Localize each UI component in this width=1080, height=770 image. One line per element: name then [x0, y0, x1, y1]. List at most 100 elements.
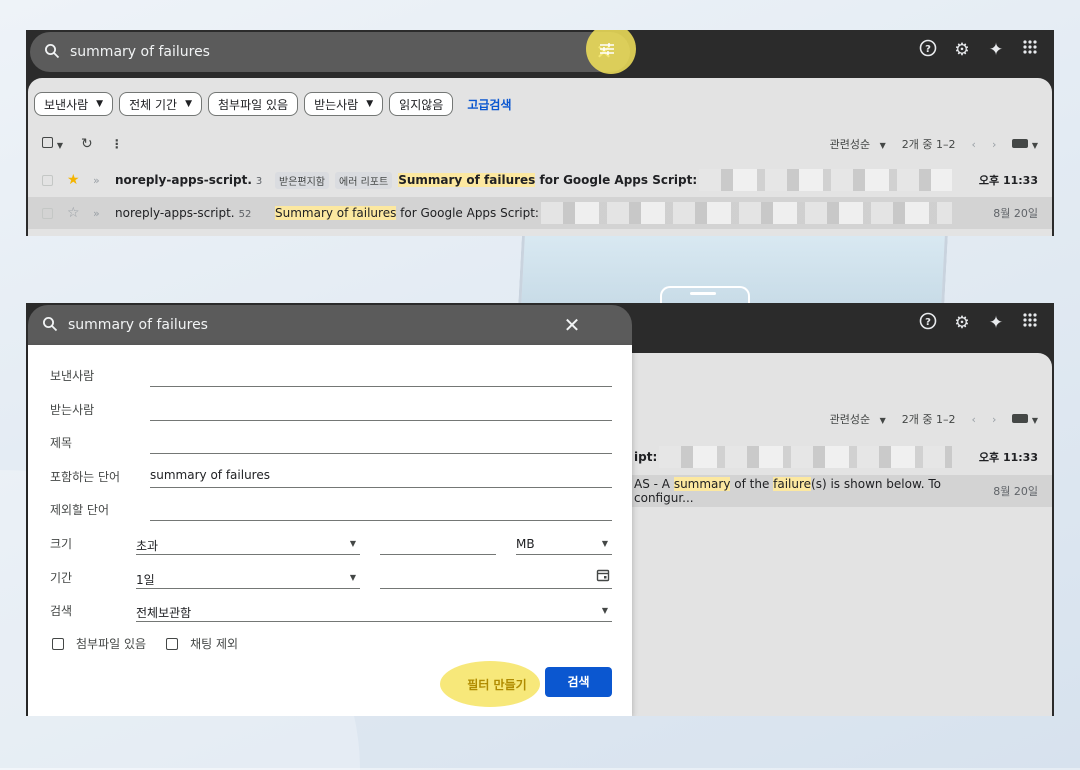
exclude-label: 제외할 단어	[50, 503, 110, 517]
settings-icon[interactable]: ⚙	[952, 312, 972, 334]
email-date: 오후 11:33	[978, 451, 1038, 464]
calendar-icon[interactable]	[596, 568, 610, 586]
has-attachment-checkbox[interactable]	[52, 637, 64, 650]
exclude-chats-label: 채팅 제외	[190, 637, 239, 651]
sort-bar: 관련성순 ▼ 2개 중 1–2 ‹ › ▼	[830, 136, 1038, 152]
chevron-down-icon: ▼	[601, 539, 608, 548]
prev-page-icon[interactable]: ‹	[972, 138, 976, 151]
star-icon[interactable]: ☆	[67, 205, 81, 221]
size-unit-select[interactable]: MB ▼	[516, 534, 612, 555]
more-options-icon[interactable]: ⋮	[111, 137, 123, 151]
chip-date-range[interactable]: 전체 기간 ▼	[119, 92, 202, 116]
sort-dropdown[interactable]: 관련성순 ▼	[830, 136, 886, 152]
search-input[interactable]: summary of failures	[68, 317, 560, 333]
list-toolbar: ▼ ↻ ⋮	[42, 136, 123, 152]
checkbox-row: 첨부파일 있음 채팅 제외	[52, 635, 238, 652]
scope-row: 검색 전체보관함 ▼	[50, 598, 612, 622]
from-field[interactable]: 보낸사람	[50, 363, 612, 387]
search-button[interactable]: 검색	[545, 667, 612, 697]
to-field[interactable]: 받는사람	[50, 397, 612, 421]
sender: noreply-apps-script. 3	[115, 173, 263, 187]
search-options-icon[interactable]	[595, 40, 619, 62]
chip-has-attachment[interactable]: 첨부파일 있음	[208, 92, 299, 116]
keyboard-icon[interactable]: ▼	[1012, 138, 1038, 151]
search-icon[interactable]	[42, 316, 58, 335]
exclude-chats-checkbox[interactable]	[166, 637, 179, 650]
importance-marker-icon[interactable]: »	[93, 207, 105, 220]
chevron-down-icon: ▼	[96, 99, 104, 109]
select-all-checkbox[interactable]: ▼	[42, 137, 63, 151]
page-info: 2개 중 1–2	[901, 138, 956, 151]
has-words-field[interactable]: 포함하는 단어 summary of failures	[50, 464, 612, 488]
email-row[interactable]: ★ » noreply-apps-script. 3 받은편지함 에러 리포트 S…	[28, 164, 1052, 196]
help-icon[interactable]: ?	[918, 312, 938, 334]
chip-label: 전체 기간	[129, 97, 178, 112]
has-words-input[interactable]: summary of failures	[150, 468, 270, 482]
email-snippet: AS - A summary of the failure(s) is show…	[634, 477, 941, 505]
sort-bar: 관련성순 ▼ 2개 중 1–2 ‹ › ▼	[830, 411, 1038, 427]
keyboard-icon[interactable]: ▼	[1012, 413, 1038, 426]
email-subject: Summary of failures for Google Apps Scri…	[275, 206, 539, 220]
create-filter-button[interactable]: 필터 만들기	[462, 671, 532, 699]
settings-icon[interactable]: ⚙	[952, 39, 972, 61]
results-area: 보낸사람 ▼ 전체 기간 ▼ 첨부파일 있음 받는사람 ▼ 읽지않음 고급검색 ▼ ↻…	[28, 78, 1052, 236]
has-attachment-label: 첨부파일 있음	[76, 637, 147, 651]
redacted-preview	[540, 202, 952, 224]
gemini-sparkle-icon[interactable]: ✦	[986, 312, 1006, 334]
chevron-down-icon: ▼	[185, 99, 192, 109]
svg-text:?: ?	[925, 44, 931, 55]
chip-label: 받는사람	[314, 97, 359, 112]
gmail-search-results-panel: summary of failures ✕ ? ⚙ ✦ 보낸사람 ▼ 전체 기간 ▼…	[26, 30, 1054, 236]
apps-grid-icon[interactable]	[1020, 39, 1040, 61]
next-page-icon[interactable]: ›	[992, 138, 996, 151]
email-subject: ipt:	[634, 450, 658, 464]
size-operator-select[interactable]: 초과 ▼	[136, 534, 360, 555]
next-page-icon[interactable]: ›	[992, 413, 996, 426]
date-range-select[interactable]: 1일 ▼	[136, 568, 360, 589]
search-bar[interactable]: summary of failures ✕	[28, 305, 632, 345]
chip-label: 읽지않음	[399, 97, 444, 112]
label-error-report[interactable]: 에러 리포트	[335, 171, 393, 189]
row-checkbox[interactable]	[42, 174, 53, 186]
apps-grid-icon[interactable]	[1020, 312, 1040, 334]
chip-from[interactable]: 보낸사람 ▼	[34, 92, 114, 116]
chip-to[interactable]: 받는사람 ▼	[304, 92, 384, 116]
exclude-words-field[interactable]: 제외할 단어	[50, 497, 612, 521]
prev-page-icon[interactable]: ‹	[972, 413, 976, 426]
size-value-input[interactable]	[380, 534, 496, 555]
help-icon[interactable]: ?	[918, 39, 938, 61]
row-checkbox[interactable]	[42, 207, 53, 219]
sort-dropdown[interactable]: 관련성순 ▼	[830, 411, 886, 427]
star-icon[interactable]: ★	[67, 172, 81, 188]
gemini-sparkle-icon[interactable]: ✦	[986, 39, 1006, 61]
refresh-icon[interactable]: ↻	[81, 136, 93, 152]
email-date: 오후 11:33	[978, 174, 1038, 187]
chevron-down-icon: ▼	[349, 573, 356, 582]
clear-search-icon[interactable]: ✕	[560, 313, 584, 337]
search-icon[interactable]	[44, 43, 60, 62]
chevron-down-icon: ▼	[349, 539, 356, 548]
chevron-down-icon: ▼	[366, 99, 374, 109]
label-inbox[interactable]: 받은편지함	[275, 171, 329, 189]
date-input[interactable]	[380, 568, 612, 589]
search-bar[interactable]: summary of failures ✕	[30, 32, 630, 72]
email-subject: Summary of failures for Google Apps Scri…	[398, 173, 698, 187]
to-label: 받는사람	[50, 403, 95, 417]
size-label: 크기	[50, 537, 73, 551]
svg-text:?: ?	[925, 317, 931, 328]
date-label: 기간	[50, 571, 73, 585]
chip-label: 보낸사람	[44, 97, 89, 112]
search-input[interactable]: summary of failures	[70, 44, 592, 60]
scope-select[interactable]: 전체보관함 ▼	[136, 601, 612, 622]
subject-label: 제목	[50, 436, 73, 450]
importance-marker-icon[interactable]: »	[93, 174, 105, 187]
subject-field[interactable]: 제목	[50, 430, 612, 454]
from-label: 보낸사람	[50, 369, 95, 383]
header-icons: ? ⚙ ✦	[918, 39, 1040, 61]
advanced-search-link[interactable]: 고급검색	[467, 96, 511, 113]
redacted-preview	[699, 169, 952, 191]
chevron-down-icon: ▼	[601, 606, 608, 615]
search-chips: 보낸사람 ▼ 전체 기간 ▼ 첨부파일 있음 받는사람 ▼ 읽지않음 고급검색	[34, 92, 512, 116]
chip-unread[interactable]: 읽지않음	[389, 92, 454, 116]
email-row[interactable]: ☆ » noreply-apps-script. 52 Summary of fa…	[28, 197, 1052, 229]
